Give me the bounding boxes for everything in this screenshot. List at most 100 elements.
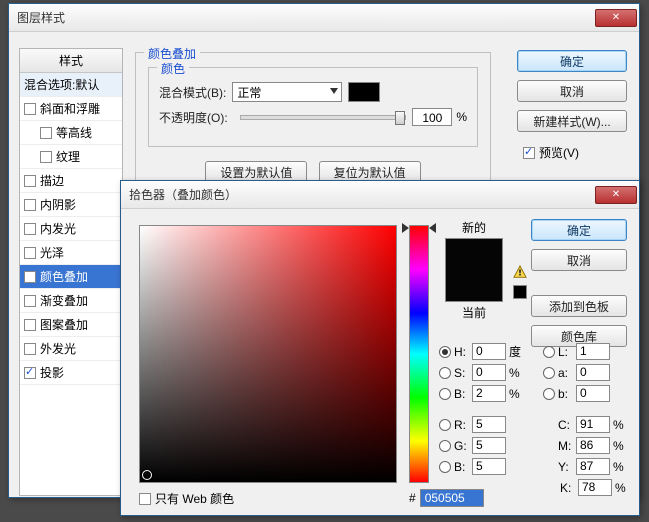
style-label: 光泽 xyxy=(40,244,64,261)
field-unit: 度 xyxy=(509,343,527,360)
styles-header: 样式 xyxy=(20,49,122,73)
picker-title: 拾色器（叠加颜色） xyxy=(129,186,593,203)
picker-buttons: 确定 取消 添加到色板 颜色库 xyxy=(531,219,627,347)
style-row[interactable]: 投影 xyxy=(20,361,122,385)
overlay-color-swatch[interactable] xyxy=(348,82,380,102)
chevron-down-icon xyxy=(330,88,338,94)
add-swatch-button[interactable]: 添加到色板 xyxy=(531,295,627,317)
field-input[interactable]: 0 xyxy=(472,343,506,360)
style-row[interactable]: 斜面和浮雕 xyxy=(20,97,122,121)
gamut-swatch[interactable] xyxy=(513,285,527,299)
style-label: 图案叠加 xyxy=(40,316,88,333)
color-preview-swatch[interactable] xyxy=(445,238,503,302)
color-picker-dialog: 拾色器（叠加颜色） ✕ 新的 当前 确定 取消 添加到色板 颜色库 H:0度L:… xyxy=(120,180,640,516)
field-unit: % xyxy=(613,460,631,474)
style-checkbox[interactable] xyxy=(24,319,36,331)
saturation-field[interactable] xyxy=(139,225,397,483)
style-checkbox[interactable] xyxy=(24,223,36,235)
ok-button[interactable]: 确定 xyxy=(517,50,627,72)
blend-mode-label: 混合模式(B): xyxy=(159,84,226,101)
style-row[interactable]: 描边 xyxy=(20,169,122,193)
style-label: 描边 xyxy=(40,172,64,189)
opacity-unit: % xyxy=(456,110,467,124)
color-model-radio[interactable] xyxy=(543,388,555,400)
blend-mode-select[interactable]: 正常 xyxy=(232,82,342,102)
styles-panel: 样式 混合选项:默认斜面和浮雕等高线纹理描边内阴影内发光光泽颜色叠加渐变叠加图案… xyxy=(19,48,123,496)
dialog-buttons: 确定 取消 新建样式(W)... 预览(V) xyxy=(517,50,627,161)
cancel-button[interactable]: 取消 xyxy=(517,80,627,102)
blend-options-row[interactable]: 混合选项:默认 xyxy=(20,73,122,97)
style-checkbox[interactable] xyxy=(24,367,36,379)
new-style-button[interactable]: 新建样式(W)... xyxy=(517,110,627,132)
style-row[interactable]: 内发光 xyxy=(20,217,122,241)
new-label: 新的 xyxy=(441,219,507,236)
picker-titlebar[interactable]: 拾色器（叠加颜色） ✕ xyxy=(121,181,639,209)
opacity-input[interactable]: 100 xyxy=(412,108,452,126)
field-input[interactable]: 0 xyxy=(576,364,610,381)
color-subgroup: 颜色 混合模式(B): 正常 不透明度(O): 100 % xyxy=(148,67,478,147)
style-checkbox[interactable] xyxy=(40,127,52,139)
field-label: K: xyxy=(560,481,578,495)
color-model-radio[interactable] xyxy=(439,440,451,452)
field-input[interactable]: 0 xyxy=(472,364,506,381)
style-row[interactable]: 等高线 xyxy=(20,121,122,145)
opacity-slider[interactable] xyxy=(240,115,407,120)
field-input[interactable]: 87 xyxy=(576,458,610,475)
field-input[interactable]: 91 xyxy=(576,416,610,433)
field-input[interactable]: 2 xyxy=(472,385,506,402)
style-checkbox[interactable] xyxy=(24,247,36,259)
style-row[interactable]: 颜色叠加 xyxy=(20,265,122,289)
style-checkbox[interactable] xyxy=(40,151,52,163)
style-label: 外发光 xyxy=(40,340,76,357)
style-row[interactable]: 内阴影 xyxy=(20,193,122,217)
field-label: S: xyxy=(454,366,472,380)
field-input[interactable]: 5 xyxy=(472,458,506,475)
titlebar[interactable]: 图层样式 ✕ xyxy=(9,4,639,32)
blend-mode-value: 正常 xyxy=(237,84,261,101)
color-model-radio[interactable] xyxy=(439,367,451,379)
gamut-warning-icon[interactable] xyxy=(513,265,527,279)
style-label: 斜面和浮雕 xyxy=(40,100,100,117)
style-row[interactable]: 纹理 xyxy=(20,145,122,169)
style-checkbox[interactable] xyxy=(24,271,36,283)
color-legend: 颜色 xyxy=(157,60,189,77)
field-input[interactable]: 5 xyxy=(472,416,506,433)
color-model-radio[interactable] xyxy=(439,346,451,358)
color-model-radio[interactable] xyxy=(543,346,555,358)
field-label: C: xyxy=(558,418,576,432)
opacity-label: 不透明度(O): xyxy=(159,109,228,126)
style-label: 投影 xyxy=(40,364,64,381)
field-label: B: xyxy=(454,387,472,401)
style-row[interactable]: 外发光 xyxy=(20,337,122,361)
style-checkbox[interactable] xyxy=(24,343,36,355)
field-input[interactable]: 86 xyxy=(576,437,610,454)
field-unit: % xyxy=(509,387,527,401)
style-row[interactable]: 图案叠加 xyxy=(20,313,122,337)
field-input[interactable]: 78 xyxy=(578,479,612,496)
picker-ok-button[interactable]: 确定 xyxy=(531,219,627,241)
web-only-checkbox[interactable] xyxy=(139,493,151,505)
color-cursor[interactable] xyxy=(142,470,152,480)
field-input[interactable]: 0 xyxy=(576,385,610,402)
field-input[interactable]: 1 xyxy=(576,343,610,360)
hex-input[interactable]: 050505 xyxy=(420,489,484,507)
color-model-radio[interactable] xyxy=(439,461,451,473)
preview-checkbox[interactable] xyxy=(523,147,535,159)
style-checkbox[interactable] xyxy=(24,103,36,115)
hue-slider[interactable] xyxy=(409,225,429,483)
style-checkbox[interactable] xyxy=(24,175,36,187)
color-model-radio[interactable] xyxy=(543,367,555,379)
hue-arrow-left-icon xyxy=(402,223,409,233)
style-row[interactable]: 光泽 xyxy=(20,241,122,265)
color-fields: H:0度L:1S:0%a:0B:2%b:0R:5C:91%G:5M:86%B:5… xyxy=(439,339,639,500)
color-model-radio[interactable] xyxy=(439,419,451,431)
close-icon[interactable]: ✕ xyxy=(595,186,637,204)
color-model-radio[interactable] xyxy=(439,388,451,400)
style-row[interactable]: 渐变叠加 xyxy=(20,289,122,313)
field-input[interactable]: 5 xyxy=(472,437,506,454)
color-overlay-group: 颜色叠加 颜色 混合模式(B): 正常 不透明度(O): 100 % xyxy=(135,52,491,192)
style-checkbox[interactable] xyxy=(24,295,36,307)
style-checkbox[interactable] xyxy=(24,199,36,211)
picker-cancel-button[interactable]: 取消 xyxy=(531,249,627,271)
close-icon[interactable]: ✕ xyxy=(595,9,637,27)
